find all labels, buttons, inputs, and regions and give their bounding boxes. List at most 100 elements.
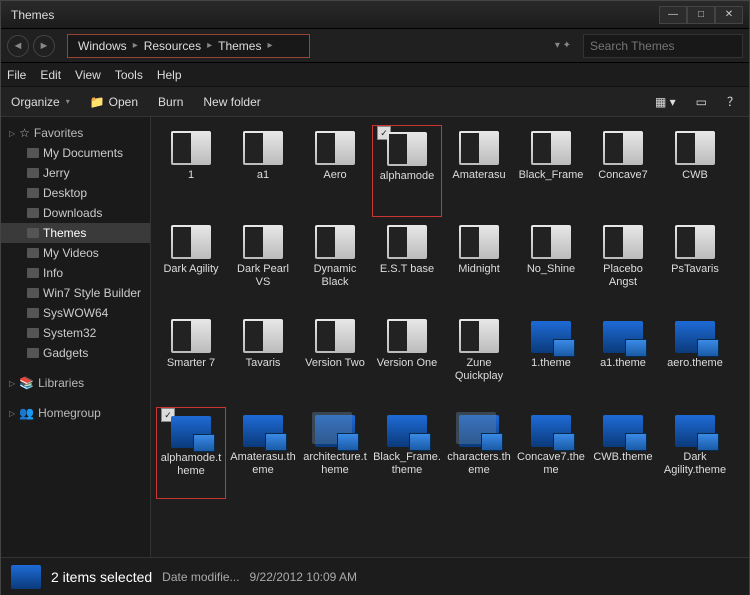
file-label: Placebo Angst (588, 263, 658, 289)
file-item[interactable]: architecture.theme (300, 407, 370, 499)
file-label: characters.theme (444, 451, 514, 477)
status-title: 2 items selected (51, 569, 152, 585)
file-item[interactable]: Midnight (444, 219, 514, 311)
sidebar-item-my-documents[interactable]: My Documents (1, 143, 150, 163)
file-item[interactable]: a1 (228, 125, 298, 217)
file-item[interactable]: alphamode.theme (156, 407, 226, 499)
folder-icon (171, 319, 211, 353)
search-input[interactable] (583, 34, 743, 58)
folder-icon (243, 131, 283, 165)
breadcrumb[interactable]: Windows▸ Resources▸ Themes▸ (67, 34, 310, 58)
file-item[interactable]: Black_Frame.theme (372, 407, 442, 499)
breadcrumb-dropdown[interactable]: ▾ ✦ (555, 40, 571, 51)
file-item[interactable]: Zune Quickplay (444, 313, 514, 405)
forward-button[interactable]: ► (33, 35, 55, 57)
file-item[interactable]: Tavaris (228, 313, 298, 405)
maximize-button[interactable]: □ (687, 6, 715, 24)
file-item[interactable]: PsTavaris (660, 219, 730, 311)
file-item[interactable]: Amaterasu.theme (228, 407, 298, 499)
view-options-button[interactable]: ▦ ▾ (655, 95, 676, 109)
file-item[interactable]: CWB (660, 125, 730, 217)
status-detail-label: Date modifie... (162, 570, 239, 584)
status-detail-value: 9/22/2012 10:09 AM (250, 570, 357, 584)
open-button[interactable]: 📁Open (90, 95, 138, 109)
sidebar-item-syswow64[interactable]: SysWOW64 (1, 303, 150, 323)
file-item[interactable]: Dynamic Black (300, 219, 370, 311)
file-item[interactable]: alphamode (372, 125, 442, 217)
file-item[interactable]: Placebo Angst (588, 219, 658, 311)
preview-pane-button[interactable]: ▭ (696, 95, 707, 109)
file-item[interactable]: a1.theme (588, 313, 658, 405)
theme-file-icon (603, 321, 643, 353)
crumb-resources[interactable]: Resources (138, 39, 207, 53)
file-grid[interactable]: 1a1 Aero alphamode AmaterasuBlack_Frame Conc… (151, 117, 749, 557)
file-item[interactable]: characters.theme (444, 407, 514, 499)
status-thumbnail-icon (11, 565, 41, 589)
help-button[interactable]: ？ (727, 93, 739, 110)
menu-file[interactable]: File (7, 68, 26, 82)
file-label: No_Shine (526, 263, 576, 276)
file-item[interactable]: E.S.T base (372, 219, 442, 311)
file-label: alphamode (379, 170, 435, 183)
file-label: alphamode.theme (157, 452, 225, 478)
file-label: Version One (376, 357, 439, 370)
file-item[interactable]: Dark Agility.theme (660, 407, 730, 499)
sidebar-item-gadgets[interactable]: Gadgets (1, 343, 150, 363)
file-item[interactable]: Dark Pearl VS (228, 219, 298, 311)
menu-view[interactable]: View (75, 68, 101, 82)
sidebar-homegroup-header[interactable]: ▷👥 Homegroup (1, 403, 150, 423)
file-item[interactable]: Dark Agility (156, 219, 226, 311)
file-item[interactable]: CWB.theme (588, 407, 658, 499)
file-label: Tavaris (245, 357, 282, 370)
new-folder-button[interactable]: New folder (203, 95, 260, 109)
close-button[interactable]: ✕ (715, 6, 743, 24)
file-item[interactable]: Version One (372, 313, 442, 405)
minimize-button[interactable]: — (659, 6, 687, 24)
file-label: Black_Frame.theme (372, 451, 442, 477)
folder-icon (603, 131, 643, 165)
folder-icon (27, 288, 39, 298)
theme-file-icon (243, 415, 283, 447)
sidebar-libraries-header[interactable]: ▷📚 Libraries (1, 373, 150, 393)
organize-button[interactable]: Organize (11, 95, 70, 109)
theme-file-icon (675, 321, 715, 353)
sidebar-item-downloads[interactable]: Downloads (1, 203, 150, 223)
crumb-themes[interactable]: Themes (212, 39, 267, 53)
crumb-windows[interactable]: Windows (72, 39, 133, 53)
sidebar-item-desktop[interactable]: Desktop (1, 183, 150, 203)
file-label: Smarter 7 (166, 357, 216, 370)
titlebar[interactable]: Themes — □ ✕ (1, 1, 749, 29)
file-label: Amaterasu.theme (228, 451, 298, 477)
sidebar-item-info[interactable]: Info (1, 263, 150, 283)
sidebar-item-system32[interactable]: System32 (1, 323, 150, 343)
file-label: Dark Pearl VS (228, 263, 298, 289)
sidebar-item-themes[interactable]: Themes (1, 223, 150, 243)
file-item[interactable]: Version Two (300, 313, 370, 405)
sidebar-favorites-header[interactable]: ▷☆ Favorites (1, 123, 150, 143)
sidebar-item-win7-style-builder[interactable]: Win7 Style Builder (1, 283, 150, 303)
theme-file-icon (459, 415, 499, 447)
menu-help[interactable]: Help (157, 68, 182, 82)
file-label: Concave7 (597, 169, 649, 182)
file-item[interactable]: Concave7 (588, 125, 658, 217)
theme-file-icon (315, 415, 355, 447)
file-item[interactable]: No_Shine (516, 219, 586, 311)
file-item[interactable]: Aero (300, 125, 370, 217)
file-item[interactable]: aero.theme (660, 313, 730, 405)
file-item[interactable]: Concave7.theme (516, 407, 586, 499)
menu-edit[interactable]: Edit (40, 68, 61, 82)
file-item[interactable]: Black_Frame (516, 125, 586, 217)
file-item[interactable]: 1 (156, 125, 226, 217)
sidebar-item-jerry[interactable]: Jerry (1, 163, 150, 183)
file-item[interactable]: Smarter 7 (156, 313, 226, 405)
burn-button[interactable]: Burn (158, 95, 183, 109)
folder-icon (531, 131, 571, 165)
folder-icon (171, 225, 211, 259)
folder-icon (315, 225, 355, 259)
back-button[interactable]: ◄ (7, 35, 29, 57)
file-item[interactable]: Amaterasu (444, 125, 514, 217)
file-item[interactable]: 1.theme (516, 313, 586, 405)
file-label: Aero (322, 169, 347, 182)
menu-tools[interactable]: Tools (115, 68, 143, 82)
sidebar-item-my-videos[interactable]: My Videos (1, 243, 150, 263)
